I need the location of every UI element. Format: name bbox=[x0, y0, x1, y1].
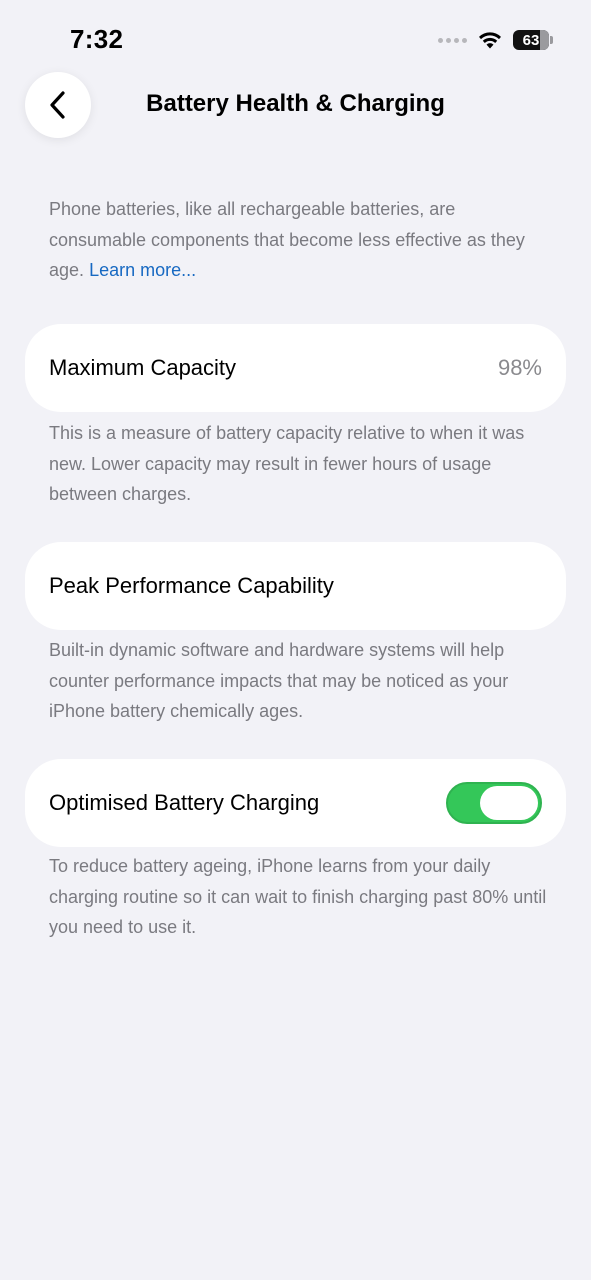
toggle-knob bbox=[480, 786, 538, 820]
optimised-charging-description: To reduce battery ageing, iPhone learns … bbox=[49, 856, 547, 937]
status-indicators: 63 bbox=[438, 28, 553, 52]
peak-performance-description: Built-in dynamic software and hardware s… bbox=[49, 640, 509, 721]
battery-icon: 63 bbox=[513, 30, 549, 50]
signal-dots-icon bbox=[438, 37, 467, 43]
wifi-icon bbox=[479, 32, 501, 49]
optimised-charging-toggle[interactable] bbox=[446, 782, 542, 824]
battery-health-screen: 7:32 63 Battery Health & Charging Phone … bbox=[0, 0, 591, 1280]
maximum-capacity-description: This is a measure of battery capacity re… bbox=[49, 423, 525, 504]
battery-level: 63 bbox=[522, 31, 540, 49]
intro-text: Phone batteries, like all rechargeable b… bbox=[49, 194, 549, 286]
page-title: Battery Health & Charging bbox=[146, 90, 445, 117]
optimised-charging-row: Optimised Battery Charging bbox=[25, 759, 566, 847]
learn-more-link[interactable]: Learn more... bbox=[89, 260, 196, 280]
status-time: 7:32 bbox=[70, 24, 124, 54]
battery-tip bbox=[550, 36, 553, 44]
optimised-charging-label: Optimised Battery Charging bbox=[49, 790, 320, 815]
peak-performance-row: Peak Performance Capability bbox=[25, 542, 566, 630]
maximum-capacity-row: Maximum Capacity 98% bbox=[25, 324, 566, 412]
maximum-capacity-label: Maximum Capacity bbox=[49, 355, 237, 380]
maximum-capacity-value: 98% bbox=[497, 355, 542, 380]
peak-performance-label: Peak Performance Capability bbox=[49, 573, 334, 598]
